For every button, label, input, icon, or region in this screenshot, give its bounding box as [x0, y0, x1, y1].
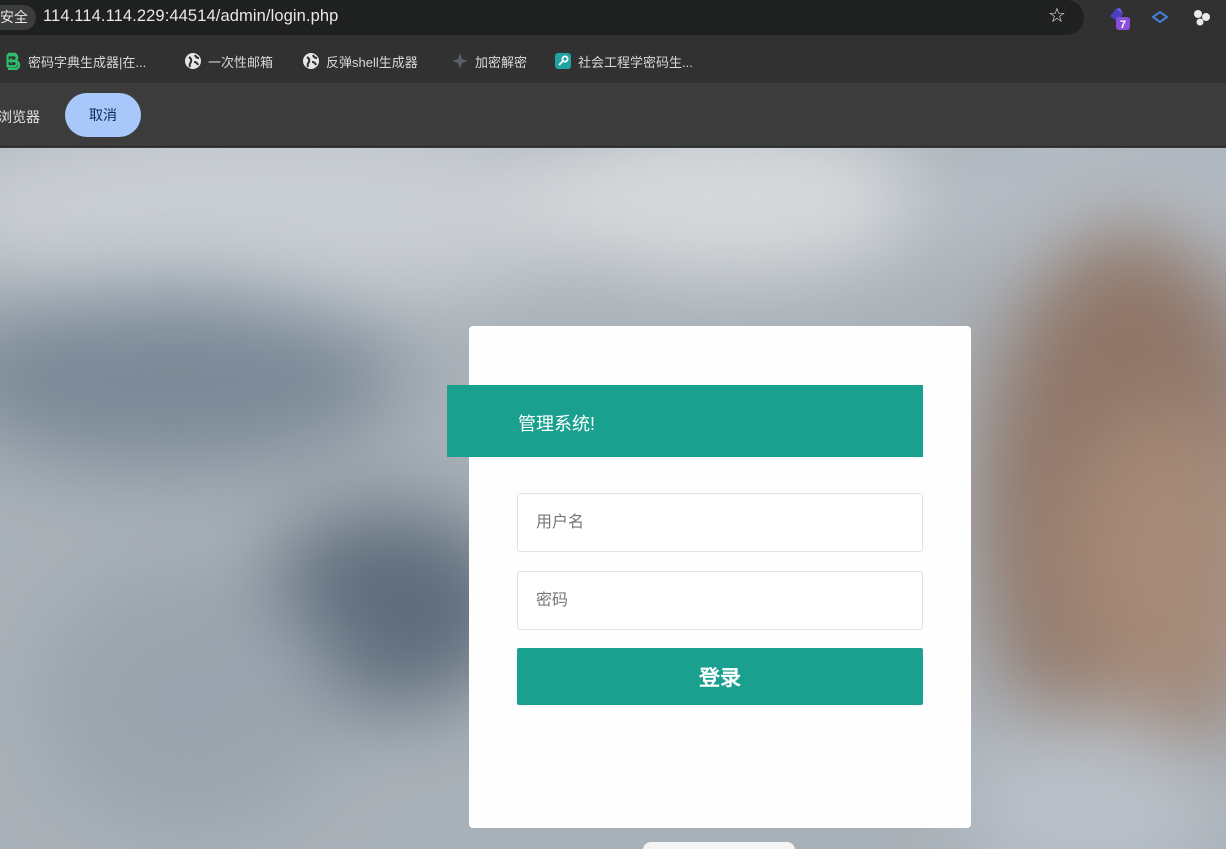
bookmark-star-icon[interactable]: ☆ [1046, 5, 1068, 27]
bookmark-reverse-shell[interactable]: 反弹shell生成器 [302, 50, 418, 72]
security-chip[interactable]: 安全 [0, 5, 36, 30]
extension-gem-icon[interactable]: 7 [1106, 6, 1132, 32]
page-title: 管理系统! [518, 414, 596, 434]
bookmark-label: 加密解密 [475, 54, 528, 70]
security-label: 安全 [0, 9, 28, 25]
password-input[interactable] [517, 571, 923, 630]
page-viewport: 管理系统! 登录 [0, 148, 1226, 849]
key-square-icon [554, 52, 572, 70]
extension-diamond-icon[interactable] [1151, 8, 1169, 26]
infobar-text: 浏览器 [0, 109, 40, 125]
globe-icon [302, 52, 320, 70]
bookmark-label: 一次性邮箱 [208, 54, 274, 70]
b-logo-icon: ᗸ [4, 52, 22, 70]
cancel-button[interactable]: 取消 [65, 93, 141, 137]
globe-icon [184, 52, 202, 70]
bookmark-temp-mail[interactable]: 一次性邮箱 [184, 50, 273, 72]
star-logo-icon [451, 52, 469, 70]
bookmark-password-dict[interactable]: ᗸ 密码字典生成器|在... [4, 50, 146, 72]
bookmark-label: 密码字典生成器|在... [28, 54, 147, 70]
bookmark-social-engineering[interactable]: 社会工程学密码生... [554, 50, 693, 72]
url-text[interactable]: 114.114.114.229:44514/admin/login.php [43, 7, 338, 26]
login-card: 管理系统! 登录 [447, 326, 971, 828]
bookmarks-bar: ᗸ 密码字典生成器|在... 一次性邮箱 反弹shell生成器 加密解密 社会工… [0, 38, 1226, 83]
login-header: 管理系统! [447, 385, 923, 457]
bookmark-label: 反弹shell生成器 [326, 54, 418, 70]
download-infobar: 浏览器 取消 [0, 83, 1226, 147]
bottom-popup-tab [643, 842, 795, 849]
browser-toolbar: 安全 114.114.114.229:44514/admin/login.php… [0, 0, 1226, 38]
extension-dots-icon[interactable] [1190, 6, 1214, 30]
extension-badge: 7 [1120, 19, 1126, 31]
address-bar[interactable]: 安全 114.114.114.229:44514/admin/login.php [0, 0, 1084, 35]
username-input[interactable] [517, 493, 923, 552]
bookmark-label: 社会工程学密码生... [578, 54, 693, 70]
login-button[interactable]: 登录 [517, 648, 923, 705]
bookmark-crypto[interactable]: 加密解密 [451, 50, 527, 72]
